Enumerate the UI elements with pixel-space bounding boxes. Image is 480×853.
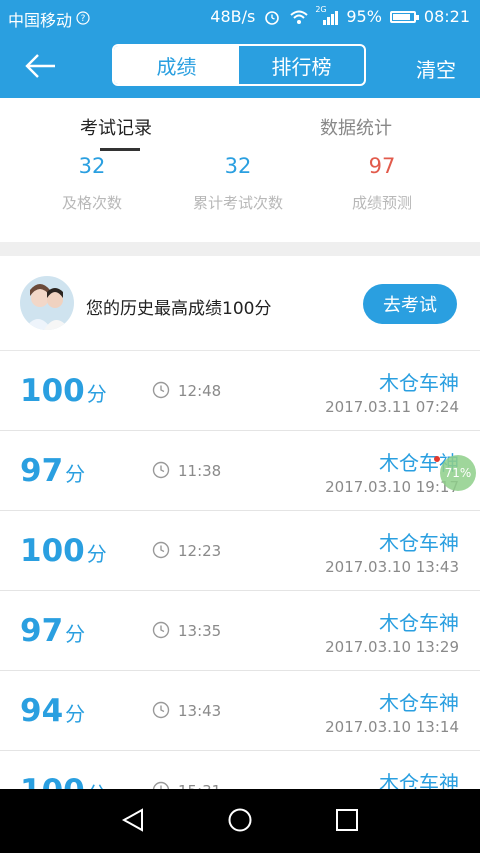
stat-value: 32 [224, 154, 252, 178]
stat-label: 及格次数 [61, 194, 122, 212]
recents-square-icon[interactable] [334, 807, 360, 833]
clock-icon [152, 381, 170, 399]
record-score: 94 分 [20, 693, 86, 729]
stat-pass-count: 32 及格次数 [12, 154, 172, 213]
stat-label: 累计考试次数 [192, 194, 283, 212]
record-name: 木仓车神 [379, 531, 459, 555]
stats-panel: 32 及格次数 32 累计考试次数 97 成绩预测 [0, 152, 480, 242]
record-name: 木仓车神 [379, 691, 459, 715]
signal-type-label: 2G [315, 4, 327, 14]
status-bar: 中国移动 ? 48B/s 2G 95% 08:21 [0, 0, 480, 34]
battery-percent: 95% [346, 7, 382, 26]
stat-value: 32 [78, 154, 106, 178]
home-circle-icon[interactable] [227, 807, 253, 833]
help-icon: ? [76, 10, 94, 28]
best-score-text: 您的历史最高成绩100分 [86, 299, 272, 319]
list-item[interactable]: 94 分 13:43 木仓车神 2017.03.10 13:14 [0, 671, 480, 751]
record-score: 97 分 [20, 453, 86, 489]
network-speed: 48B/s [210, 7, 256, 26]
notification-dot [434, 456, 440, 462]
wifi-icon [289, 8, 308, 26]
back-triangle-icon[interactable] [120, 807, 146, 833]
system-nav-bar [0, 789, 480, 853]
svg-text:?: ? [81, 14, 86, 24]
record-duration: 13:35 [178, 622, 222, 640]
clear-button[interactable]: 清空 [416, 54, 456, 83]
take-exam-button[interactable]: 去考试 [363, 284, 457, 324]
record-name: 木仓车神 [379, 611, 459, 635]
list-item[interactable]: 97 分 11:38 木仓车神 2017.03.10 19:17 [0, 431, 480, 511]
clock-time: 08:21 [423, 7, 470, 26]
stat-score-prediction: 97 成绩预测 [302, 154, 462, 213]
record-date: 2017.03.10 13:14 [325, 718, 459, 736]
tab-data-stats[interactable]: 数据统计 [320, 114, 392, 140]
record-duration: 11:38 [178, 462, 222, 480]
record-date: 2017.03.10 19:17 [325, 478, 459, 496]
segment-leaderboard[interactable]: 排行榜 [239, 46, 364, 84]
nav-bar: 成绩 排行榜 清空 [0, 34, 480, 98]
record-duration: 12:48 [178, 382, 222, 400]
back-arrow-icon[interactable] [24, 52, 58, 80]
record-score: 97 分 [20, 613, 86, 649]
exam-record-list: 100 分 12:48 木仓车神 2017.03.11 07:24 97 分 11:… [0, 351, 480, 831]
floating-memory-bubble[interactable]: 71% [440, 455, 476, 491]
record-name: 木仓车神 [379, 371, 459, 395]
avatar [20, 276, 74, 330]
record-date: 2017.03.10 13:43 [325, 558, 459, 576]
alarm-icon [263, 8, 281, 26]
carrier-label: 中国移动 [8, 11, 73, 30]
clock-icon [152, 541, 170, 559]
tab-exam-records[interactable]: 考试记录 [80, 114, 152, 140]
list-item[interactable]: 97 分 13:35 木仓车神 2017.03.10 13:29 [0, 591, 480, 671]
battery-icon [389, 10, 419, 23]
stat-label: 成绩预测 [351, 194, 412, 212]
list-item[interactable]: 100 分 12:48 木仓车神 2017.03.11 07:24 [0, 351, 480, 431]
signal-icon: 2G [315, 5, 339, 25]
record-score: 100分 [20, 373, 107, 409]
tab-bar: 考试记录 数据统计 [0, 98, 480, 153]
segment-scores[interactable]: 成绩 [114, 46, 239, 84]
record-date: 2017.03.10 13:29 [325, 638, 459, 656]
clock-icon [152, 621, 170, 639]
record-date: 2017.03.11 07:24 [325, 398, 459, 416]
stat-value: 97 [368, 154, 396, 178]
record-duration: 13:43 [178, 702, 222, 720]
list-item[interactable]: 100 分 12:23 木仓车神 2017.03.10 13:43 [0, 511, 480, 591]
clock-icon [152, 701, 170, 719]
clock-icon [152, 461, 170, 479]
section-divider [0, 242, 480, 256]
stat-total-exams: 32 累计考试次数 [158, 154, 318, 213]
best-score-card: 您的历史最高成绩100分 去考试 [0, 256, 480, 351]
record-duration: 12:23 [178, 542, 222, 560]
record-score: 100分 [20, 533, 107, 569]
segment-control: 成绩 排行榜 [112, 44, 366, 86]
battery-fill [392, 13, 410, 20]
tab-underline [100, 148, 140, 151]
